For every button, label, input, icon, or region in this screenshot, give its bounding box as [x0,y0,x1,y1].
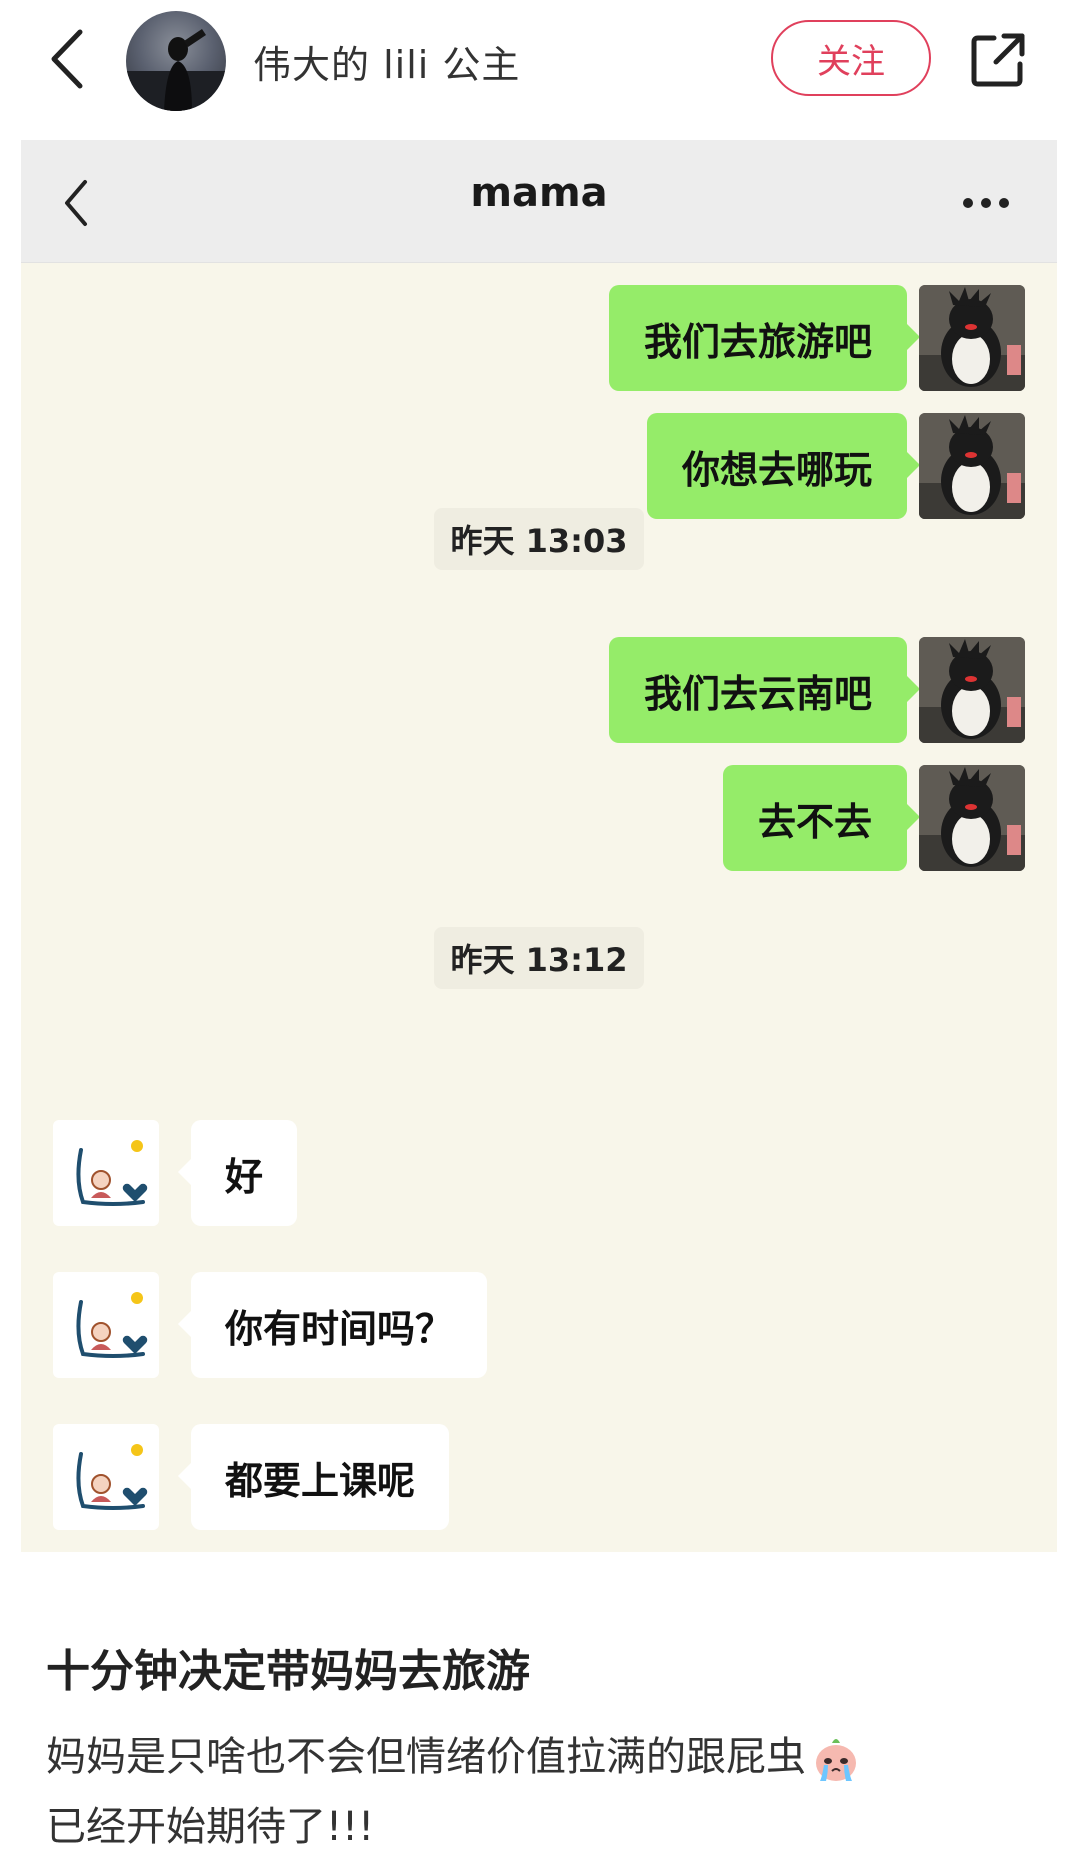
cartoon-avatar-icon [76,1292,148,1358]
sender-avatar [919,285,1025,391]
chat-header: mama [21,140,1057,263]
message-bubble-received: 你有时间吗？ [177,1272,488,1378]
message-bubble-sent: 你想去哪玩 [646,413,921,519]
post-body-line-2: 已经开始期待了!!! [46,1804,375,1850]
sender-avatar [919,765,1025,871]
back-arrow-icon[interactable] [46,28,86,90]
message-bubble-received: 都要上课呢 [177,1424,450,1530]
message-bubble-sent: 我们去旅游吧 [608,285,921,391]
penguin-avatar-icon [919,637,1025,743]
penguin-avatar-icon [919,413,1025,519]
crying-emoji-icon [816,1739,856,1781]
chat-screenshot[interactable]: mama 我们去旅游吧 你想去哪玩 昨天 13:03 我们去云南吧 去不去 昨天… [21,140,1057,1552]
sender-avatar [919,637,1025,743]
share-icon[interactable] [968,30,1028,90]
top-bar: 伟大的 lili 公主 关注 [0,0,1080,118]
mama-avatar [53,1272,159,1378]
follow-button[interactable]: 关注 [771,20,931,96]
timestamp: 昨天 13:12 [21,927,1057,989]
sender-avatar [919,413,1025,519]
message-bubble-sent: 去不去 [722,765,921,871]
author-name[interactable]: 伟大的 lili 公主 [253,34,520,89]
author-avatar[interactable] [126,11,226,111]
post-text: 妈妈是只啥也不会但情绪价值拉满的跟屁虫 [46,1734,806,1780]
chat-title: mama [470,170,608,216]
mama-avatar [53,1424,159,1530]
penguin-avatar-icon [919,765,1025,871]
more-icon [963,198,1009,208]
message-bubble-sent: 我们去云南吧 [608,637,921,743]
post-title: 十分钟决定带妈妈去旅游 [46,1646,530,1697]
mama-avatar [53,1120,159,1226]
message-bubble-received: 好 [177,1120,298,1226]
penguin-avatar-icon [919,285,1025,391]
timestamp: 昨天 13:03 [21,508,1057,570]
cartoon-avatar-icon [76,1140,148,1206]
post-body-line: 妈妈是只啥也不会但情绪价值拉满的跟屁虫 [46,1724,862,1785]
cartoon-avatar-icon [76,1444,148,1510]
